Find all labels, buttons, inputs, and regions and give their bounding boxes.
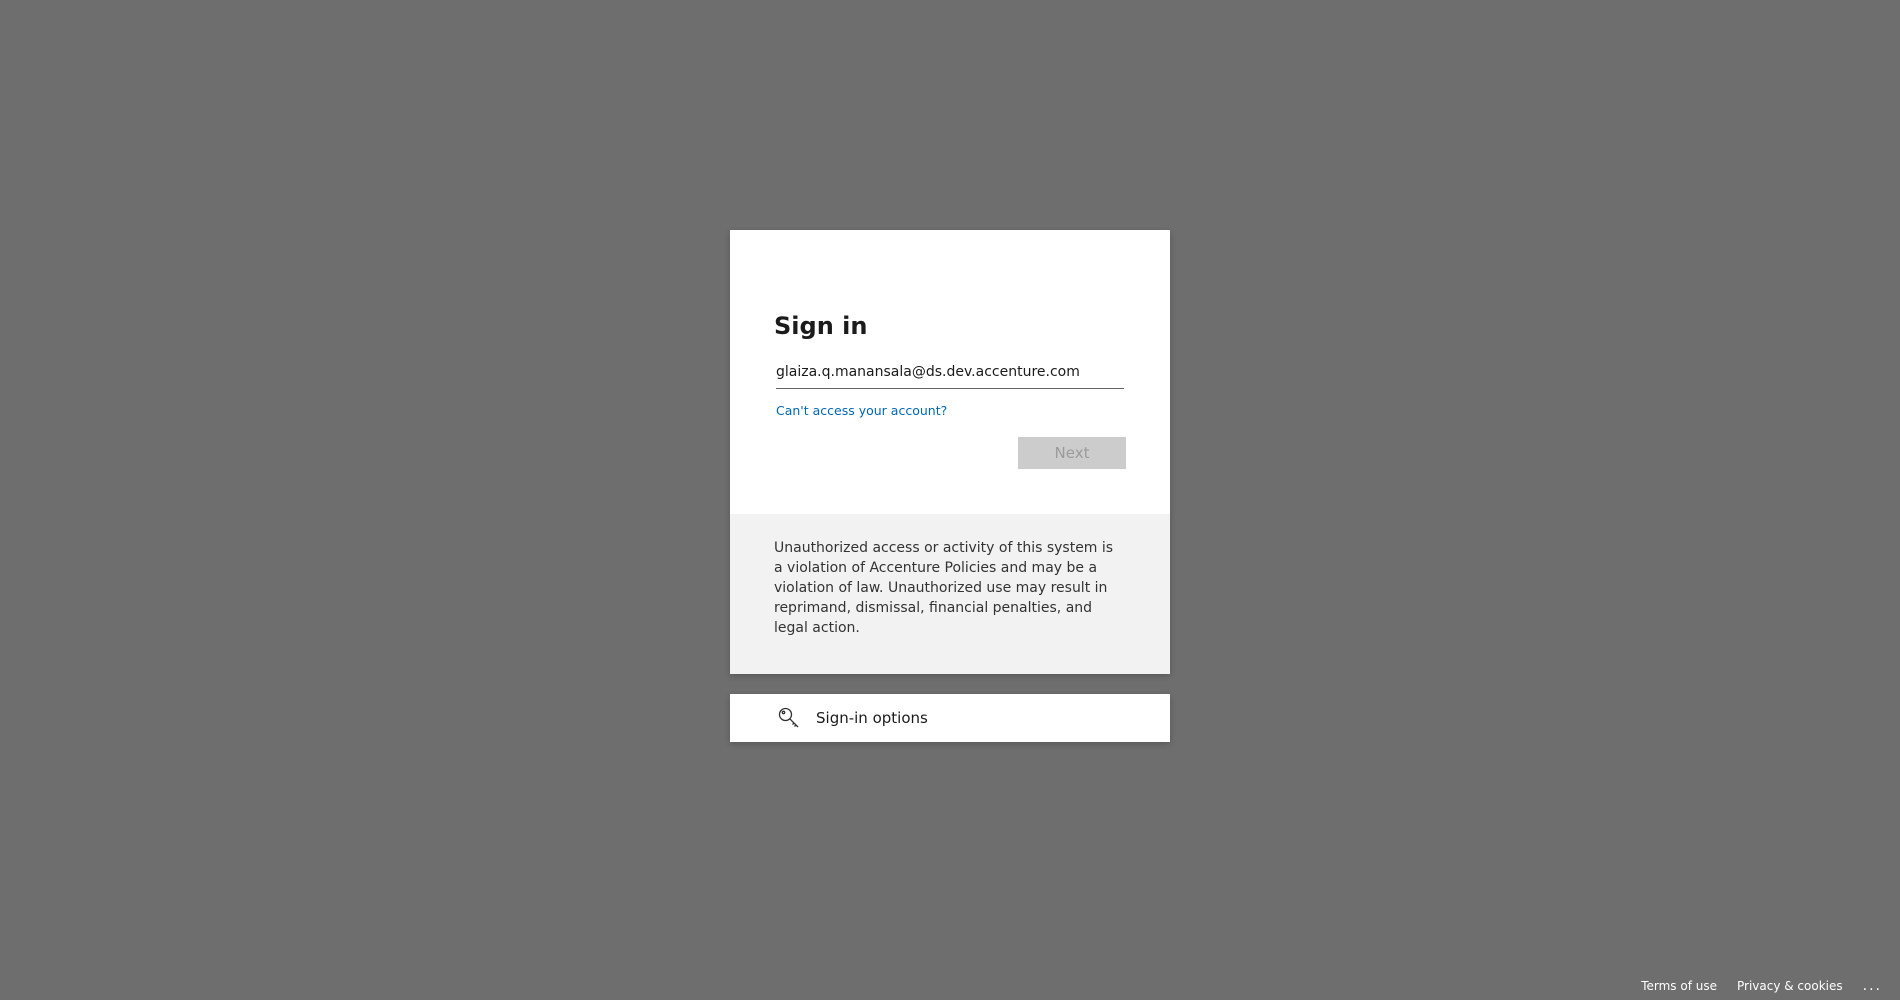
signin-form: Sign in Can't access your account? Next <box>730 230 1170 514</box>
page-title: Sign in <box>774 312 868 340</box>
signin-options-label: Sign-in options <box>816 709 928 727</box>
next-button[interactable]: Next <box>1018 437 1126 469</box>
key-icon <box>776 705 802 731</box>
more-options-icon[interactable]: ... <box>1863 978 1882 994</box>
privacy-link[interactable]: Privacy & cookies <box>1737 979 1843 993</box>
terms-link[interactable]: Terms of use <box>1641 979 1717 993</box>
cant-access-link[interactable]: Can't access your account? <box>776 403 947 418</box>
footer: Terms of use Privacy & cookies ... <box>1621 978 1882 994</box>
email-field[interactable] <box>776 356 1124 389</box>
signin-card: Sign in Can't access your account? Next … <box>730 230 1170 674</box>
legal-notice: Unauthorized access or activity of this … <box>730 514 1170 674</box>
signin-options-button[interactable]: Sign-in options <box>730 694 1170 742</box>
